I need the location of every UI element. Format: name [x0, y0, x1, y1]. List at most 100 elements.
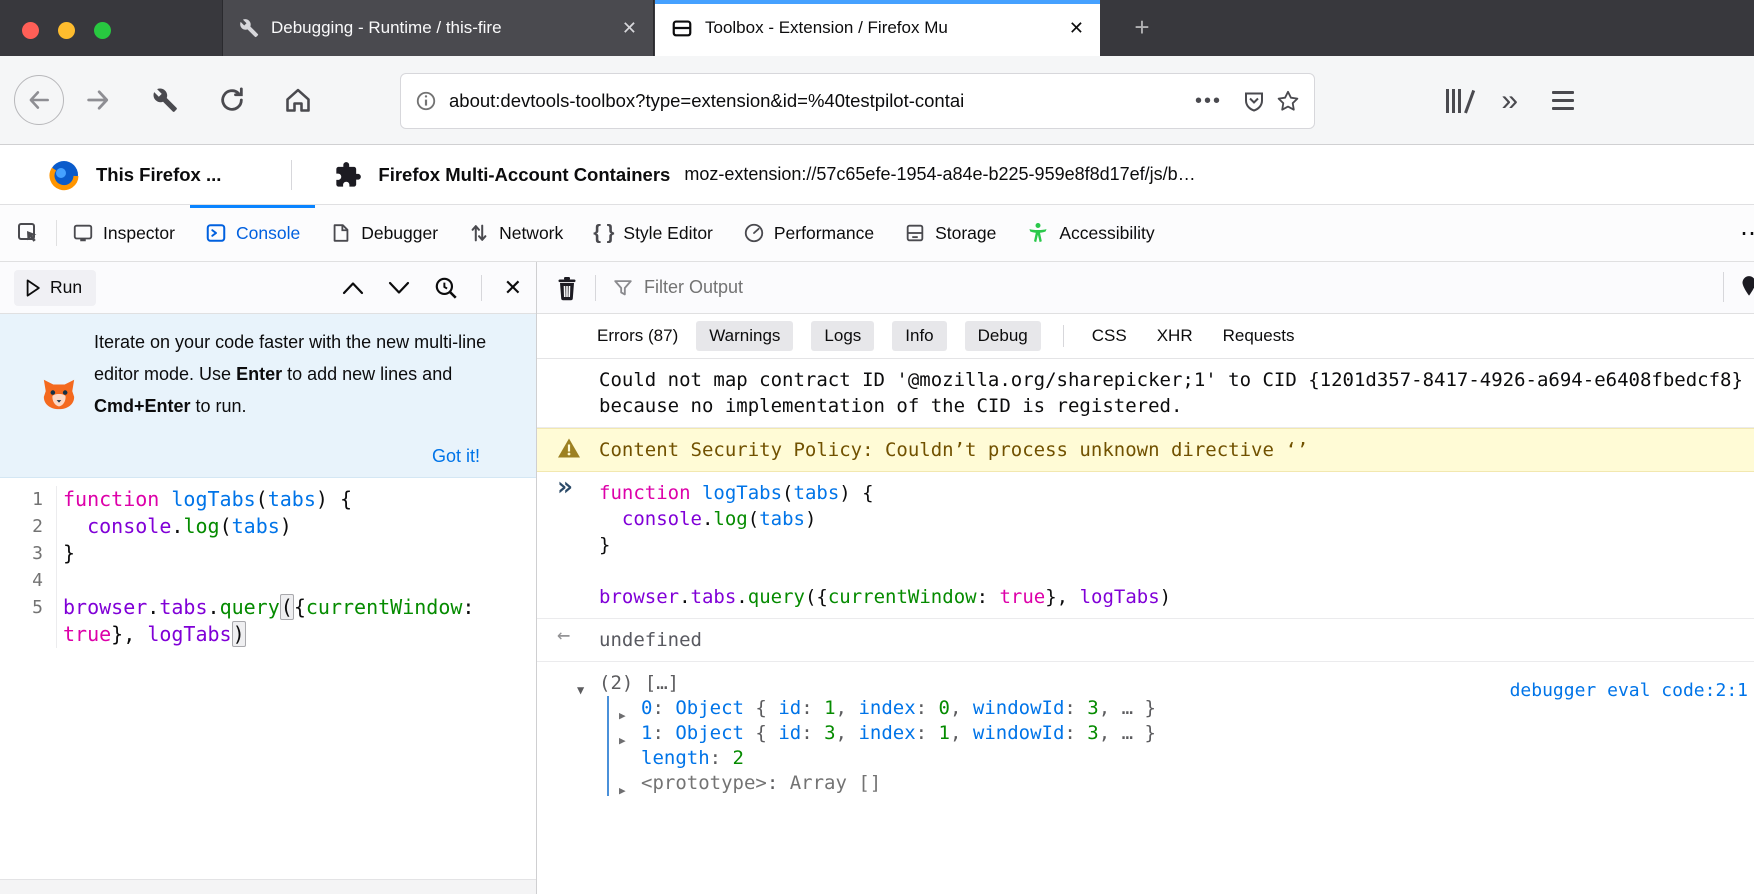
- filter-output-input[interactable]: [644, 277, 1064, 298]
- editor-toolbar: Run ✕: [0, 262, 536, 314]
- back-button[interactable]: [14, 75, 64, 125]
- library-icon[interactable]: [1446, 89, 1467, 113]
- debugger-icon: [330, 222, 352, 244]
- editor-horizontal-scrollbar[interactable]: [0, 879, 536, 894]
- clear-console-button[interactable]: [555, 275, 579, 301]
- page-actions-icon[interactable]: •••: [1195, 90, 1222, 113]
- array-log-message: ▼ (2) […] debugger eval code:2:1 ▶0: Obj…: [537, 662, 1754, 804]
- warning-message-csp: Content Security Policy: Couldn’t proces…: [537, 428, 1754, 472]
- divider: [481, 275, 482, 301]
- browser-tab-debugging[interactable]: Debugging - Runtime / this-fire ✕: [222, 0, 654, 56]
- input-echo-message: » function logTabs(tabs) { console.log(t…: [537, 472, 1754, 619]
- pick-element-icon: [16, 221, 40, 245]
- array-preview[interactable]: (2) […]: [599, 672, 679, 694]
- filter-css[interactable]: CSS: [1086, 321, 1133, 351]
- notification-text: Iterate on your code faster with the new…: [94, 326, 494, 422]
- navigation-toolbar: ••• »: [0, 56, 1754, 145]
- tab-title: Toolbox - Extension / Firefox Mu: [705, 18, 1061, 38]
- forward-button[interactable]: [84, 86, 112, 114]
- tab-title: Debugging - Runtime / this-fire: [271, 18, 614, 38]
- zoom-window-button[interactable]: [94, 22, 111, 39]
- message-text: Could not map contract ID '@mozilla.org/…: [599, 369, 1743, 417]
- minimize-window-button[interactable]: [58, 22, 75, 39]
- reverse-search-icon[interactable]: [433, 275, 459, 301]
- run-button[interactable]: Run: [14, 270, 96, 306]
- url-bar[interactable]: •••: [400, 73, 1315, 129]
- tab-style-editor[interactable]: { } Style Editor: [578, 205, 728, 261]
- filter-xhr[interactable]: XHR: [1151, 321, 1199, 351]
- info-icon[interactable]: [415, 90, 437, 112]
- expand-collapse-icon[interactable]: ▼: [577, 677, 584, 703]
- runtime-label: This Firefox ...: [96, 164, 221, 186]
- filter-logs[interactable]: Logs: [811, 321, 874, 351]
- pick-element-button[interactable]: [0, 205, 56, 261]
- tab-debugger[interactable]: Debugger: [315, 205, 453, 261]
- extension-url: moz-extension://57c65efe-1954-a84e-b225-…: [684, 164, 1195, 185]
- object-tree-row[interactable]: ▶<prototype>: Array []: [609, 771, 1750, 796]
- divider: [595, 275, 596, 301]
- tab-console[interactable]: Console: [190, 205, 315, 261]
- object-tree-row[interactable]: length: 2: [609, 746, 1750, 771]
- result-value: undefined: [599, 629, 702, 651]
- code-editor[interactable]: 1function logTabs(tabs) {2 console.log(t…: [0, 478, 536, 879]
- wrench-icon: [152, 87, 178, 113]
- filter-debug[interactable]: Debug: [965, 321, 1041, 351]
- accessibility-icon: [1026, 221, 1050, 245]
- history-next-button[interactable]: [387, 280, 411, 296]
- home-icon: [284, 86, 312, 114]
- result-arrow-icon: ←: [557, 623, 570, 649]
- close-tab-icon[interactable]: ✕: [1069, 18, 1084, 39]
- object-tree-row[interactable]: ▶1: Object { id: 3, index: 1, windowId: …: [609, 721, 1750, 746]
- browser-tab-toolbox[interactable]: Toolbox - Extension / Firefox Mu ✕: [655, 0, 1100, 56]
- home-button[interactable]: [284, 86, 312, 114]
- tab-inspector[interactable]: Inspector: [57, 205, 190, 261]
- braces-icon: { }: [593, 222, 614, 245]
- got-it-link[interactable]: Got it!: [432, 446, 480, 467]
- storage-icon: [904, 222, 926, 244]
- console-toolbar: [537, 262, 1754, 314]
- warning-triangle-icon: [557, 437, 581, 459]
- pocket-icon[interactable]: [1242, 89, 1266, 113]
- window-titlebar: Debugging - Runtime / this-fire ✕ Toolbo…: [0, 0, 1754, 56]
- extension-name: Firefox Multi-Account Containers: [378, 164, 670, 186]
- evaluation-result-message: ← undefined: [537, 619, 1754, 662]
- toolbar-overflow-icon[interactable]: »: [1501, 86, 1518, 116]
- reload-button[interactable]: [218, 86, 246, 114]
- expand-arrow-icon[interactable]: ▶: [619, 778, 626, 803]
- divider: [291, 160, 292, 190]
- new-tab-button[interactable]: +: [1125, 12, 1159, 44]
- url-input[interactable]: [449, 90, 1185, 112]
- filter-errors[interactable]: Errors (87): [597, 326, 678, 346]
- menu-hamburger-icon[interactable]: [1552, 91, 1574, 110]
- tab-performance[interactable]: Performance: [728, 205, 889, 261]
- filter-funnel-icon: [612, 277, 634, 299]
- input-chevrons-icon: »: [557, 474, 573, 500]
- devtools-more-tools-icon[interactable]: ⋯: [1740, 219, 1754, 248]
- play-icon: [24, 278, 42, 298]
- console-output-pane: Errors (87) Warnings Logs Info Debug CSS…: [537, 262, 1754, 894]
- close-editor-button[interactable]: ✕: [504, 275, 522, 301]
- filter-info[interactable]: Info: [892, 321, 946, 351]
- tab-storage[interactable]: Storage: [889, 205, 1011, 261]
- log-message-contract-id: Could not map contract ID '@mozilla.org/…: [537, 359, 1754, 428]
- object-tree: ▶0: Object { id: 1, index: 0, windowId: …: [607, 696, 1750, 796]
- console-icon: [205, 222, 227, 244]
- filter-warnings[interactable]: Warnings: [696, 321, 793, 351]
- history-prev-button[interactable]: [341, 280, 365, 296]
- echoed-code: function logTabs(tabs) { console.log(tab…: [599, 480, 1750, 610]
- close-window-button[interactable]: [22, 22, 39, 39]
- editor-mode-notification: Iterate on your code faster with the new…: [0, 314, 536, 478]
- object-tree-row[interactable]: ▶0: Object { id: 1, index: 0, windowId: …: [609, 696, 1750, 721]
- forward-arrow-icon: [84, 86, 112, 114]
- back-arrow-icon: [26, 87, 52, 113]
- tab-network[interactable]: Network: [453, 205, 578, 261]
- devtools-wrench-button[interactable]: [152, 87, 178, 113]
- devtools-tabbar: Inspector Console Debugger Network { } S…: [0, 205, 1754, 262]
- console-messages: Could not map contract ID '@mozilla.org/…: [537, 359, 1754, 894]
- pin-toolbox-icon[interactable]: [1736, 272, 1754, 302]
- close-tab-icon[interactable]: ✕: [622, 18, 637, 39]
- tab-accessibility[interactable]: Accessibility: [1011, 205, 1169, 261]
- filter-requests[interactable]: Requests: [1217, 321, 1301, 351]
- bookmark-star-icon[interactable]: [1276, 89, 1300, 113]
- jsterm-editor-pane: Run ✕ Iterate on your code faster w: [0, 262, 537, 894]
